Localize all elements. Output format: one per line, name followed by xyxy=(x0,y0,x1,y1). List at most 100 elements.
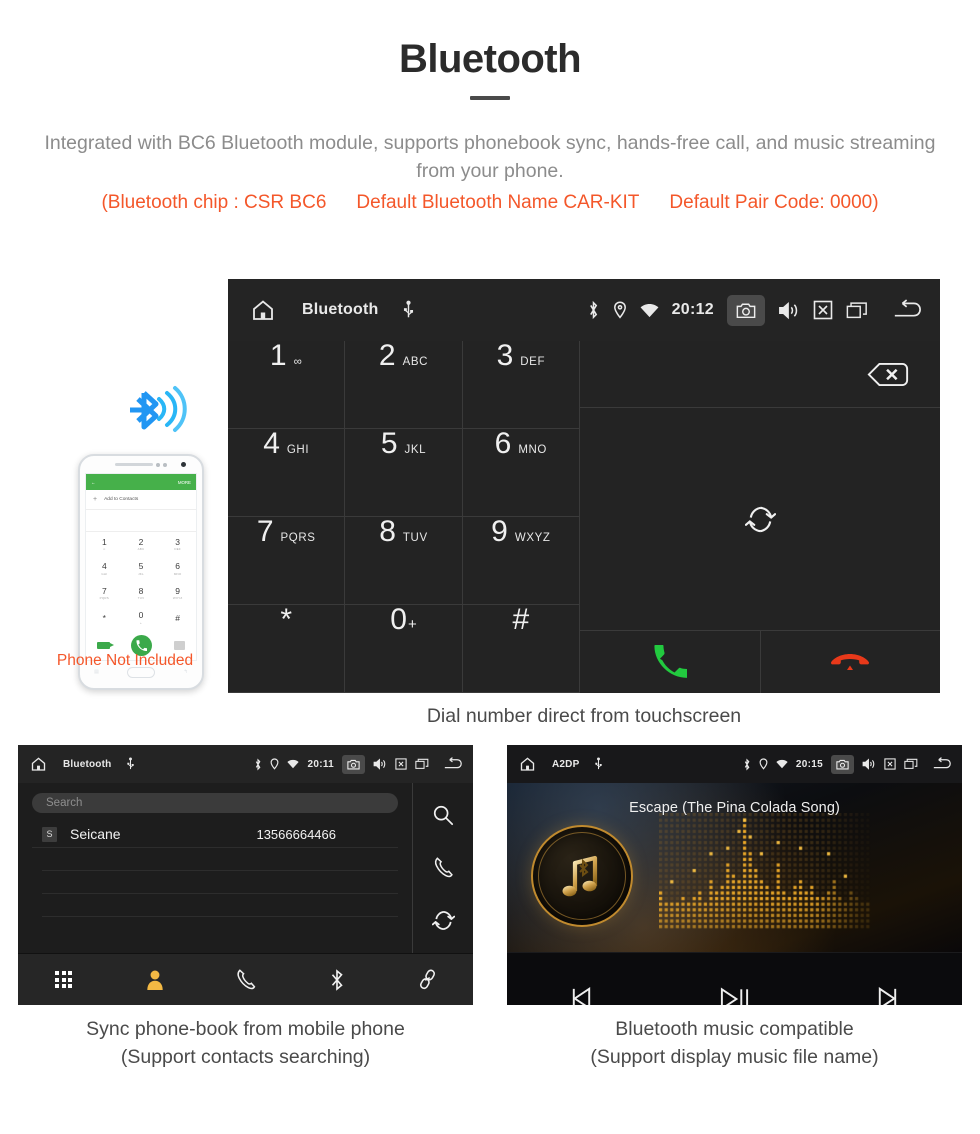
music-title: A2DP xyxy=(552,758,580,770)
phonebook-caption-line1: Sync phone-book from mobile phone xyxy=(86,1018,405,1040)
dial-key-0[interactable]: 0 + xyxy=(345,603,463,693)
next-track-icon[interactable] xyxy=(874,985,901,1005)
search-input[interactable]: Search xyxy=(32,793,398,813)
key-digit: 0 xyxy=(390,603,407,636)
key-digit: 1 xyxy=(101,536,107,547)
phone-key-hash: # xyxy=(159,606,196,631)
close-box-icon[interactable] xyxy=(884,758,896,770)
bluetooth-icon xyxy=(331,968,343,991)
dial-key-1[interactable]: 1 ∞ xyxy=(228,341,346,429)
contact-row-empty xyxy=(42,894,398,917)
recent-apps-icon[interactable] xyxy=(846,301,868,320)
search-icon[interactable] xyxy=(432,804,454,826)
contact-initial-badge: S xyxy=(42,826,57,842)
recent-apps-icon[interactable] xyxy=(904,758,918,770)
bluetooth-icon xyxy=(743,758,751,771)
dialpad-icon xyxy=(55,971,72,988)
back-arrow-icon[interactable] xyxy=(892,299,926,321)
key-digit: 5 xyxy=(380,427,398,460)
phone-key-2: 2 ABC xyxy=(123,532,160,557)
location-pin-icon xyxy=(613,301,627,319)
wifi-icon xyxy=(640,303,659,318)
spec-chip: (Bluetooth chip : CSR BC6 xyxy=(101,192,327,214)
key-digit: 3 xyxy=(496,339,514,372)
voicemail-icon xyxy=(96,641,114,649)
dial-key-6[interactable]: 6 MNO xyxy=(462,427,580,517)
contact-row-empty xyxy=(42,848,398,871)
phone-key-8: 8 TUV xyxy=(123,581,160,606)
dial-key-7[interactable]: 7 PQRS xyxy=(228,517,346,605)
dialer-caption: Dial number direct from touchscreen xyxy=(426,705,742,727)
sync-icon[interactable] xyxy=(431,909,455,932)
play-pause-icon[interactable] xyxy=(718,984,751,1005)
key-sublabel: + xyxy=(140,620,142,625)
dial-key-star[interactable]: * xyxy=(228,605,346,693)
volume-icon[interactable] xyxy=(373,758,387,770)
key-sublabel: MNO xyxy=(173,571,182,576)
key-digit: 8 xyxy=(379,515,396,548)
phonebook-clock: 20:11 xyxy=(307,758,334,770)
back-arrow-icon[interactable] xyxy=(443,757,465,771)
previous-track-icon[interactable] xyxy=(568,985,595,1005)
camera-icon[interactable] xyxy=(831,754,854,774)
phone-screen: ← MORE + Add to Contacts 1 ∞ 2 ABC 3 DEF 4 GHI 5… xyxy=(85,473,197,661)
dial-key-9[interactable]: 9 WXYZ xyxy=(462,517,580,605)
nav-link-pair[interactable] xyxy=(382,968,473,991)
close-box-icon[interactable] xyxy=(395,758,407,770)
music-screenshot: A2DP 20:15 Escape (The Pina Colada Song) xyxy=(507,745,962,1005)
volume-icon[interactable] xyxy=(778,301,800,320)
back-arrow-icon[interactable] xyxy=(932,757,954,771)
key-digit: 9 xyxy=(175,585,181,596)
spec-bt-name: Default Bluetooth Name CAR-KIT xyxy=(356,192,640,214)
nav-dialpad[interactable] xyxy=(18,971,109,988)
phone-app-bar: ← MORE xyxy=(86,474,196,490)
call-hangup-button[interactable] xyxy=(761,631,941,693)
home-icon[interactable] xyxy=(250,298,276,322)
key-digit: * xyxy=(102,612,106,623)
key-digit: 8 xyxy=(138,585,144,596)
add-to-contacts-row[interactable]: + Add to Contacts xyxy=(86,490,196,510)
contacts-list: Search S Seicane 13566664466 xyxy=(18,783,413,953)
volume-icon[interactable] xyxy=(862,758,876,770)
phone-key-3: 3 DEF xyxy=(159,532,196,557)
camera-icon[interactable] xyxy=(727,294,765,326)
home-icon[interactable] xyxy=(519,756,536,772)
sync-icon[interactable] xyxy=(744,504,776,535)
phone-key-4: 4 GHI xyxy=(86,557,123,582)
dialer-statusbar: Bluetooth 20:12 xyxy=(228,279,940,341)
home-icon[interactable] xyxy=(30,756,47,772)
keyboard-icon xyxy=(174,640,186,650)
usb-icon xyxy=(402,300,415,320)
usb-icon xyxy=(594,757,603,771)
key-digit: # xyxy=(175,612,181,623)
key-digit: 2 xyxy=(138,536,144,547)
key-sublabel: ∞ xyxy=(103,547,106,551)
phone-front-camera xyxy=(181,462,186,467)
dial-key-hash[interactable]: # xyxy=(462,603,580,693)
phone-key-star: * xyxy=(86,606,123,631)
dial-key-4[interactable]: 4 GHI xyxy=(228,429,346,517)
contact-row-empty xyxy=(42,871,398,894)
phone-number-field xyxy=(86,510,196,532)
contact-row[interactable]: S Seicane 13566664466 xyxy=(32,821,398,848)
phone-key-6: 6 MNO xyxy=(159,557,196,582)
call-history-icon[interactable] xyxy=(433,856,454,879)
key-digit: 6 xyxy=(494,427,512,460)
music-clock: 20:15 xyxy=(795,758,823,770)
key-sublabel: JKL xyxy=(138,571,144,576)
dialer-sync-area xyxy=(580,408,940,631)
nav-call-history[interactable] xyxy=(200,968,291,991)
key-digit: # xyxy=(512,603,530,636)
camera-icon[interactable] xyxy=(342,754,365,774)
backspace-icon[interactable] xyxy=(866,361,910,388)
call-answer-button[interactable] xyxy=(580,631,761,693)
key-sublabel: PQRS xyxy=(99,596,109,600)
close-box-icon[interactable] xyxy=(813,300,833,320)
recent-apps-icon[interactable] xyxy=(415,758,429,770)
dial-key-8[interactable]: 8 TUV xyxy=(345,515,463,605)
nav-bluetooth[interactable] xyxy=(291,968,382,992)
dial-key-2[interactable]: 2 ABC xyxy=(345,341,463,429)
dial-key-3[interactable]: 3 DEF xyxy=(462,339,580,429)
dial-key-5[interactable]: 5 JKL xyxy=(345,427,463,517)
nav-contacts[interactable] xyxy=(109,968,200,992)
